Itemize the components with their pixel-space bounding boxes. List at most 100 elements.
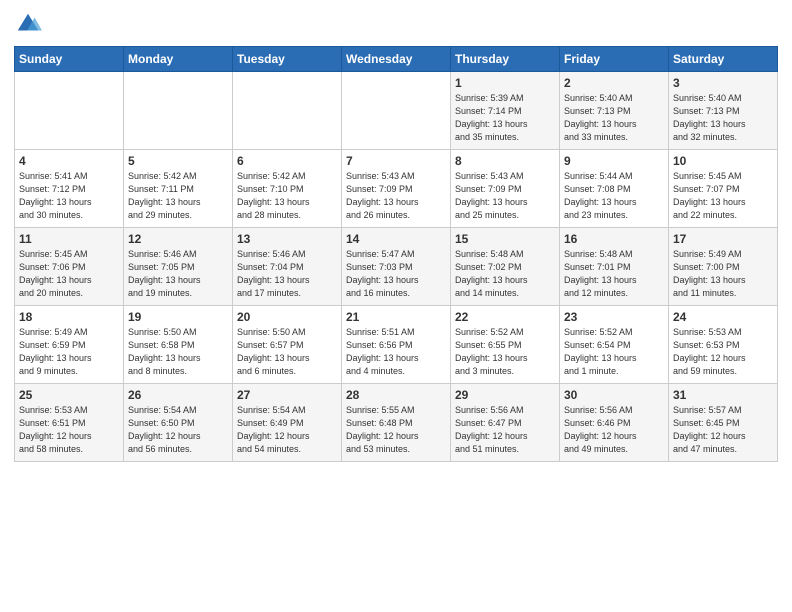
day-number: 27 <box>237 388 337 402</box>
logo-icon <box>14 10 42 38</box>
day-info: Sunrise: 5:53 AM Sunset: 6:53 PM Dayligh… <box>673 326 773 378</box>
calendar-cell: 29 Sunrise: 5:56 AM Sunset: 6:47 PM Dayli… <box>451 384 560 462</box>
calendar-cell: 2Sunrise: 5:40 AM Sunset: 7:13 PM Daylig… <box>560 72 669 150</box>
calendar-cell: 16 Sunrise: 5:48 AM Sunset: 7:01 PM Dayli… <box>560 228 669 306</box>
day-info: Sunrise: 5:49 AM Sunset: 6:59 PM Dayligh… <box>19 326 119 378</box>
calendar-cell: 17 Sunrise: 5:49 AM Sunset: 7:00 PM Dayli… <box>669 228 778 306</box>
calendar-cell: 21 Sunrise: 5:51 AM Sunset: 6:56 PM Dayli… <box>342 306 451 384</box>
day-number: 25 <box>19 388 119 402</box>
calendar-week-row: 1Sunrise: 5:39 AM Sunset: 7:14 PM Daylig… <box>15 72 778 150</box>
calendar-cell: 30 Sunrise: 5:56 AM Sunset: 6:46 PM Dayli… <box>560 384 669 462</box>
calendar-cell: 8 Sunrise: 5:43 AM Sunset: 7:09 PM Daylig… <box>451 150 560 228</box>
day-info: Sunrise: 5:57 AM Sunset: 6:45 PM Dayligh… <box>673 404 773 456</box>
calendar-table: SundayMondayTuesdayWednesdayThursdayFrid… <box>14 46 778 462</box>
header <box>14 10 778 38</box>
day-info: Sunrise: 5:42 AM Sunset: 7:10 PM Dayligh… <box>237 170 337 222</box>
day-info: Sunrise: 5:46 AM Sunset: 7:04 PM Dayligh… <box>237 248 337 300</box>
calendar-week-row: 4 Sunrise: 5:41 AM Sunset: 7:12 PM Daylig… <box>15 150 778 228</box>
day-info: Sunrise: 5:54 AM Sunset: 6:50 PM Dayligh… <box>128 404 228 456</box>
day-number: 21 <box>346 310 446 324</box>
day-number: 7 <box>346 154 446 168</box>
calendar-cell: 4 Sunrise: 5:41 AM Sunset: 7:12 PM Daylig… <box>15 150 124 228</box>
day-number: 26 <box>128 388 228 402</box>
day-info: Sunrise: 5:45 AM Sunset: 7:06 PM Dayligh… <box>19 248 119 300</box>
day-number: 28 <box>346 388 446 402</box>
day-info: Sunrise: 5:53 AM Sunset: 6:51 PM Dayligh… <box>19 404 119 456</box>
calendar-cell: 18 Sunrise: 5:49 AM Sunset: 6:59 PM Dayli… <box>15 306 124 384</box>
day-number: 22 <box>455 310 555 324</box>
logo <box>14 10 46 38</box>
day-info: Sunrise: 5:43 AM Sunset: 7:09 PM Dayligh… <box>346 170 446 222</box>
calendar-header-row: SundayMondayTuesdayWednesdayThursdayFrid… <box>15 47 778 72</box>
page-container: SundayMondayTuesdayWednesdayThursdayFrid… <box>0 0 792 470</box>
calendar-cell <box>233 72 342 150</box>
day-number: 3 <box>673 76 773 90</box>
day-info: Sunrise: 5:51 AM Sunset: 6:56 PM Dayligh… <box>346 326 446 378</box>
day-header-tuesday: Tuesday <box>233 47 342 72</box>
day-info: Sunrise: 5:42 AM Sunset: 7:11 PM Dayligh… <box>128 170 228 222</box>
day-info: Sunrise: 5:55 AM Sunset: 6:48 PM Dayligh… <box>346 404 446 456</box>
day-header-monday: Monday <box>124 47 233 72</box>
day-number: 4 <box>19 154 119 168</box>
calendar-cell: 5 Sunrise: 5:42 AM Sunset: 7:11 PM Daylig… <box>124 150 233 228</box>
day-number: 18 <box>19 310 119 324</box>
day-number: 23 <box>564 310 664 324</box>
day-info: Sunrise: 5:56 AM Sunset: 6:46 PM Dayligh… <box>564 404 664 456</box>
day-number: 19 <box>128 310 228 324</box>
day-header-friday: Friday <box>560 47 669 72</box>
day-number: 9 <box>564 154 664 168</box>
day-info: Sunrise: 5:39 AM Sunset: 7:14 PM Dayligh… <box>455 92 555 144</box>
day-number: 12 <box>128 232 228 246</box>
day-number: 8 <box>455 154 555 168</box>
day-info: Sunrise: 5:46 AM Sunset: 7:05 PM Dayligh… <box>128 248 228 300</box>
day-number: 30 <box>564 388 664 402</box>
day-info: Sunrise: 5:47 AM Sunset: 7:03 PM Dayligh… <box>346 248 446 300</box>
calendar-cell: 20Sunrise: 5:50 AM Sunset: 6:57 PM Dayli… <box>233 306 342 384</box>
calendar-cell: 26 Sunrise: 5:54 AM Sunset: 6:50 PM Dayli… <box>124 384 233 462</box>
day-info: Sunrise: 5:45 AM Sunset: 7:07 PM Dayligh… <box>673 170 773 222</box>
calendar-cell: 12 Sunrise: 5:46 AM Sunset: 7:05 PM Dayli… <box>124 228 233 306</box>
calendar-cell: 31 Sunrise: 5:57 AM Sunset: 6:45 PM Dayli… <box>669 384 778 462</box>
day-number: 16 <box>564 232 664 246</box>
day-header-wednesday: Wednesday <box>342 47 451 72</box>
calendar-cell: 15Sunrise: 5:48 AM Sunset: 7:02 PM Dayli… <box>451 228 560 306</box>
calendar-cell: 7 Sunrise: 5:43 AM Sunset: 7:09 PM Daylig… <box>342 150 451 228</box>
calendar-cell <box>342 72 451 150</box>
day-info: Sunrise: 5:48 AM Sunset: 7:01 PM Dayligh… <box>564 248 664 300</box>
day-header-sunday: Sunday <box>15 47 124 72</box>
calendar-cell: 22 Sunrise: 5:52 AM Sunset: 6:55 PM Dayli… <box>451 306 560 384</box>
calendar-cell: 1Sunrise: 5:39 AM Sunset: 7:14 PM Daylig… <box>451 72 560 150</box>
calendar-cell: 10Sunrise: 5:45 AM Sunset: 7:07 PM Dayli… <box>669 150 778 228</box>
day-info: Sunrise: 5:50 AM Sunset: 6:58 PM Dayligh… <box>128 326 228 378</box>
calendar-cell: 14 Sunrise: 5:47 AM Sunset: 7:03 PM Dayli… <box>342 228 451 306</box>
calendar-cell: 9 Sunrise: 5:44 AM Sunset: 7:08 PM Daylig… <box>560 150 669 228</box>
day-info: Sunrise: 5:41 AM Sunset: 7:12 PM Dayligh… <box>19 170 119 222</box>
day-info: Sunrise: 5:40 AM Sunset: 7:13 PM Dayligh… <box>673 92 773 144</box>
calendar-cell: 13Sunrise: 5:46 AM Sunset: 7:04 PM Dayli… <box>233 228 342 306</box>
day-header-thursday: Thursday <box>451 47 560 72</box>
day-number: 24 <box>673 310 773 324</box>
calendar-week-row: 25 Sunrise: 5:53 AM Sunset: 6:51 PM Dayli… <box>15 384 778 462</box>
day-info: Sunrise: 5:56 AM Sunset: 6:47 PM Dayligh… <box>455 404 555 456</box>
day-info: Sunrise: 5:49 AM Sunset: 7:00 PM Dayligh… <box>673 248 773 300</box>
calendar-cell: 28 Sunrise: 5:55 AM Sunset: 6:48 PM Dayli… <box>342 384 451 462</box>
day-number: 6 <box>237 154 337 168</box>
day-number: 15 <box>455 232 555 246</box>
day-info: Sunrise: 5:52 AM Sunset: 6:55 PM Dayligh… <box>455 326 555 378</box>
calendar-week-row: 11Sunrise: 5:45 AM Sunset: 7:06 PM Dayli… <box>15 228 778 306</box>
day-info: Sunrise: 5:50 AM Sunset: 6:57 PM Dayligh… <box>237 326 337 378</box>
calendar-cell <box>15 72 124 150</box>
calendar-cell: 19 Sunrise: 5:50 AM Sunset: 6:58 PM Dayli… <box>124 306 233 384</box>
day-info: Sunrise: 5:52 AM Sunset: 6:54 PM Dayligh… <box>564 326 664 378</box>
calendar-cell <box>124 72 233 150</box>
calendar-cell: 24 Sunrise: 5:53 AM Sunset: 6:53 PM Dayli… <box>669 306 778 384</box>
calendar-week-row: 18 Sunrise: 5:49 AM Sunset: 6:59 PM Dayli… <box>15 306 778 384</box>
day-number: 5 <box>128 154 228 168</box>
day-info: Sunrise: 5:40 AM Sunset: 7:13 PM Dayligh… <box>564 92 664 144</box>
day-number: 17 <box>673 232 773 246</box>
day-number: 14 <box>346 232 446 246</box>
day-info: Sunrise: 5:44 AM Sunset: 7:08 PM Dayligh… <box>564 170 664 222</box>
day-number: 31 <box>673 388 773 402</box>
day-info: Sunrise: 5:43 AM Sunset: 7:09 PM Dayligh… <box>455 170 555 222</box>
day-number: 29 <box>455 388 555 402</box>
